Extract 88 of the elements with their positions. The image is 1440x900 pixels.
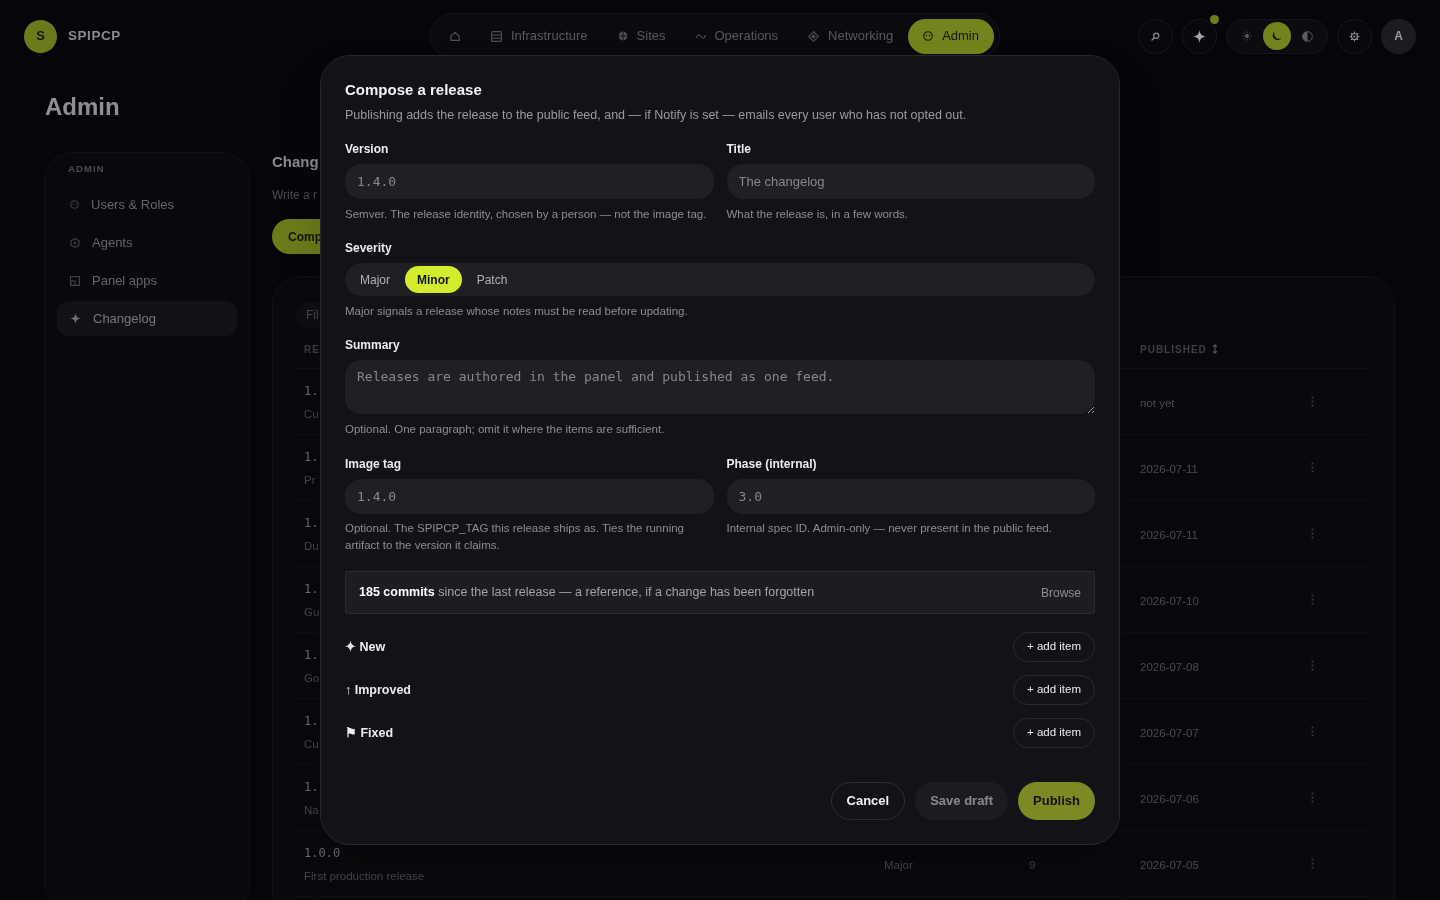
- face-icon: [70, 200, 79, 209]
- field-label: Image tag: [345, 456, 401, 472]
- section-subtitle: Write a r: [272, 187, 318, 203]
- settings-button[interactable]: [1337, 18, 1372, 54]
- input-field[interactable]: The changelog: [726, 164, 1095, 199]
- published-date: 2026-07-08: [1140, 660, 1199, 673]
- nav-tab[interactable]: Networking: [793, 18, 909, 54]
- sidebar-item[interactable]: Users & Roles: [57, 187, 237, 222]
- nav-tab[interactable]: Infrastructure: [476, 18, 603, 54]
- release-summary: Cu: [304, 736, 319, 752]
- nav-tab[interactable]: Admin: [908, 18, 994, 54]
- browse-link[interactable]: Browse: [1041, 583, 1081, 602]
- version-text: 1.: [304, 646, 319, 664]
- field-help-text: Internal spec ID. Admin-only — never present in the public feed.: [726, 521, 1052, 536]
- release-summary: Cu: [304, 406, 319, 422]
- logo-badge[interactable]: S: [24, 19, 57, 53]
- search-icon: [1151, 31, 1160, 41]
- version-text: 1.: [304, 382, 319, 400]
- sparkle-icon: [70, 313, 81, 324]
- nav-tab[interactable]: Operations: [680, 18, 794, 54]
- version-text: 1.: [304, 712, 319, 730]
- summary-textarea[interactable]: Releases are authored in the panel and published as one feed.: [345, 360, 1095, 414]
- sparkle-icon: [1193, 29, 1206, 43]
- dialog-description: Publishing adds the release to the public feed, and — if Notify is set — emails every user who has not opted out.: [345, 107, 967, 124]
- field-help-text: Semver. The release identity, chosen by a person — not the image tag.: [345, 207, 707, 222]
- field-label: Summary: [345, 337, 400, 353]
- contrast-icon: [1301, 30, 1313, 42]
- published-date: 2026-07-11: [1140, 528, 1198, 541]
- assistant-button[interactable]: [1182, 18, 1217, 54]
- field-help-text: Optional. One paragraph; omit it where the items are sufficient.: [345, 422, 665, 437]
- section-label: ✦ New: [345, 638, 386, 656]
- published-date: 2026-07-07: [1140, 726, 1199, 739]
- version-text: 1.0.0: [304, 844, 341, 862]
- dialog-title: Compose a release: [345, 80, 482, 100]
- window-icon: [70, 275, 80, 286]
- section-label: ↑ Improved: [345, 681, 411, 699]
- hexagon-play-icon: [70, 237, 80, 248]
- brand-name: SPIPCP: [68, 26, 121, 45]
- version-text: 1.: [304, 514, 319, 532]
- release-summary: Go: [304, 670, 320, 686]
- input-field[interactable]: 3.0: [726, 479, 1095, 514]
- release-summary: First production release: [304, 868, 425, 884]
- version-text: 1.: [304, 778, 319, 796]
- severity-option[interactable]: Patch: [464, 266, 520, 293]
- server-stack-icon: [491, 30, 502, 42]
- commits-note: 185 commits since the last release — a reference, if a change has been forgotten: [359, 584, 815, 602]
- version-text: 1.: [304, 448, 319, 466]
- sidebar-item[interactable]: Changelog: [57, 301, 237, 336]
- field-help-text: What the release is, in a few words.: [726, 207, 909, 222]
- page-title: Admin: [45, 92, 120, 122]
- severity-option[interactable]: Minor: [405, 266, 462, 293]
- release-summary: Gu: [304, 604, 320, 620]
- version-text: 1.: [304, 580, 319, 598]
- field-label: Severity: [345, 240, 392, 256]
- diamond-icon: [808, 30, 820, 42]
- face-icon: [923, 31, 934, 41]
- moon-icon: [1271, 30, 1283, 42]
- input-field[interactable]: 1.4.0: [345, 479, 714, 514]
- settings-icon: [1349, 30, 1360, 42]
- published-date: 2026-07-11: [1140, 462, 1198, 475]
- severity-text: Major: [884, 858, 913, 871]
- section-heading: Chang: [272, 152, 319, 172]
- published-date: 2026-07-05: [1140, 858, 1199, 871]
- published-date: 2026-07-10: [1140, 594, 1199, 607]
- input-field[interactable]: 1.4.0: [345, 164, 714, 199]
- sidebar-item[interactable]: Agents: [57, 225, 237, 260]
- field-label: Title: [726, 141, 751, 157]
- home-icon: [449, 30, 461, 42]
- published-date: not yet: [1140, 396, 1175, 409]
- wave-icon: [695, 32, 706, 40]
- nav-tab[interactable]: Sites: [602, 18, 681, 54]
- release-summary: Na: [304, 802, 319, 818]
- avatar-button[interactable]: A: [1381, 18, 1416, 54]
- section-label: ⚑ Fixed: [345, 724, 394, 742]
- field-label: Version: [345, 141, 389, 157]
- field-label: Phase (internal): [726, 456, 817, 472]
- globe-icon: [617, 31, 628, 41]
- sidebar-item[interactable]: Panel apps: [57, 263, 237, 298]
- theme-option[interactable]: [1263, 22, 1291, 50]
- release-summary: Du: [304, 538, 319, 554]
- field-help-text: Major signals a release whose notes must be read before updating.: [345, 304, 688, 319]
- release-summary: Pr: [304, 472, 316, 488]
- sidebar-section-label: ADMIN: [67, 163, 105, 175]
- sun-icon: [1242, 31, 1252, 41]
- severity-option[interactable]: Major: [348, 266, 402, 293]
- search-button[interactable]: [1138, 18, 1173, 54]
- field-help-text: Optional. The SPIPCP_TAG this release ships as. Ties the running artifact to the version it claims.: [345, 521, 685, 553]
- published-date: 2026-07-06: [1140, 792, 1199, 805]
